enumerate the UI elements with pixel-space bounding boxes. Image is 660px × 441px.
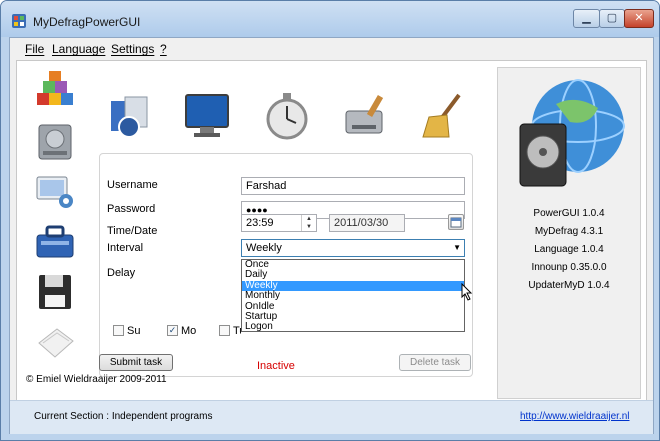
menu-language[interactable]: Language (52, 42, 105, 56)
username-field[interactable]: Farshad (241, 177, 465, 195)
interval-option[interactable]: Monthly (242, 290, 464, 301)
paper-icon[interactable] (33, 321, 77, 363)
monitor-settings-icon[interactable] (33, 171, 77, 213)
status-bar: Current Section : Independent programs h… (10, 400, 653, 434)
checkbox-sunday-label: Su (127, 325, 141, 337)
maximize-button[interactable]: ▢ (599, 9, 625, 28)
globe-hard-drive-icon (519, 79, 625, 187)
version-mydefrag: MyDefrag 4.3.1 (534, 226, 604, 237)
copyright-text: © Emiel Wieldraaijer 2009-2011 (26, 374, 167, 385)
current-section-text: Current Section : Independent programs (34, 411, 213, 422)
hard-drive-brush-icon[interactable] (342, 91, 392, 141)
checkbox-tuesday-label: Tu (233, 325, 241, 337)
monitor-icon[interactable] (182, 91, 232, 141)
interval-option[interactable]: Startup (242, 311, 464, 322)
checkbox-monday-label: Mo (181, 325, 197, 337)
title-bar[interactable]: MyDefragPowerGUI ▁ ▢ ✕ (1, 1, 659, 37)
close-button[interactable]: ✕ (624, 9, 654, 28)
interval-value: Weekly (246, 242, 282, 254)
version-innounp: Innounp 0.35.0.0 (531, 262, 607, 273)
password-label: Password (107, 203, 156, 215)
delete-task-button[interactable]: Delete task (399, 354, 471, 371)
toolbox-icon[interactable] (33, 221, 77, 263)
username-label: Username (107, 179, 158, 191)
interval-label: Interval (107, 242, 144, 254)
main-panel: Username Farshad Password ●●●● Time/Date… (16, 60, 647, 402)
hard-drive-icon[interactable] (33, 121, 77, 163)
window-title: MyDefragPowerGUI (33, 15, 141, 29)
interval-select[interactable]: Weekly ▼ (241, 239, 465, 257)
app-icon (12, 14, 26, 28)
broom-icon[interactable] (419, 91, 469, 141)
check-icon: ✓ (168, 325, 177, 335)
interval-dropdown: Once Daily Weekly Monthly OnIdle Startup… (241, 259, 465, 332)
minimize-button[interactable]: ▁ (573, 9, 600, 28)
interval-option[interactable]: Once (242, 259, 464, 270)
interval-option[interactable]: Logon (242, 321, 464, 332)
website-link[interactable]: http://www.wieldraaijer.nl (520, 411, 630, 422)
version-info-panel: PowerGUI 1.0.4 MyDefrag 4.3.1 Language 1… (497, 67, 641, 399)
version-language: Language 1.0.4 (534, 244, 604, 255)
version-powergui: PowerGUI 1.0.4 (533, 208, 605, 219)
spin-down-icon[interactable]: ▼ (302, 223, 316, 231)
menu-file[interactable]: File (25, 42, 44, 56)
submit-task-button[interactable]: Submit task (99, 354, 173, 371)
software-package-icon[interactable] (105, 91, 155, 141)
calendar-icon (450, 217, 462, 228)
cursor-icon (461, 283, 473, 301)
date-field[interactable]: 2011/03/30 (329, 214, 405, 232)
delay-label: Delay (107, 267, 136, 279)
client-area: File Language Settings ? Username Farsha… (9, 37, 654, 434)
spin-up-icon[interactable]: ▲ (302, 215, 316, 223)
checkbox-tuesday[interactable] (219, 325, 230, 336)
stopwatch-icon[interactable] (262, 91, 312, 141)
time-value: 23:59 (246, 217, 274, 229)
task-status: Inactive (257, 360, 295, 372)
close-icon: ✕ (634, 12, 644, 24)
app-window: MyDefragPowerGUI ▁ ▢ ✕ File Language Set… (0, 0, 660, 441)
applications-icon[interactable] (33, 71, 77, 113)
maximize-icon: ▢ (606, 12, 618, 24)
chevron-down-icon: ▼ (453, 243, 461, 252)
menu-help[interactable]: ? (160, 42, 167, 56)
floppy-disk-icon[interactable] (33, 271, 77, 313)
menu-settings[interactable]: Settings (111, 42, 154, 56)
time-spinner[interactable]: ▲ ▼ (301, 215, 316, 231)
checkbox-monday[interactable]: ✓ (167, 325, 178, 336)
version-updater: UpdaterMyD 1.0.4 (528, 280, 610, 291)
checkbox-sunday[interactable] (113, 325, 124, 336)
time-date-label: Time/Date (107, 225, 158, 237)
calendar-button[interactable] (448, 214, 464, 230)
menu-bar: File Language Settings ? (10, 38, 653, 58)
minimize-icon: ▁ (582, 12, 591, 24)
